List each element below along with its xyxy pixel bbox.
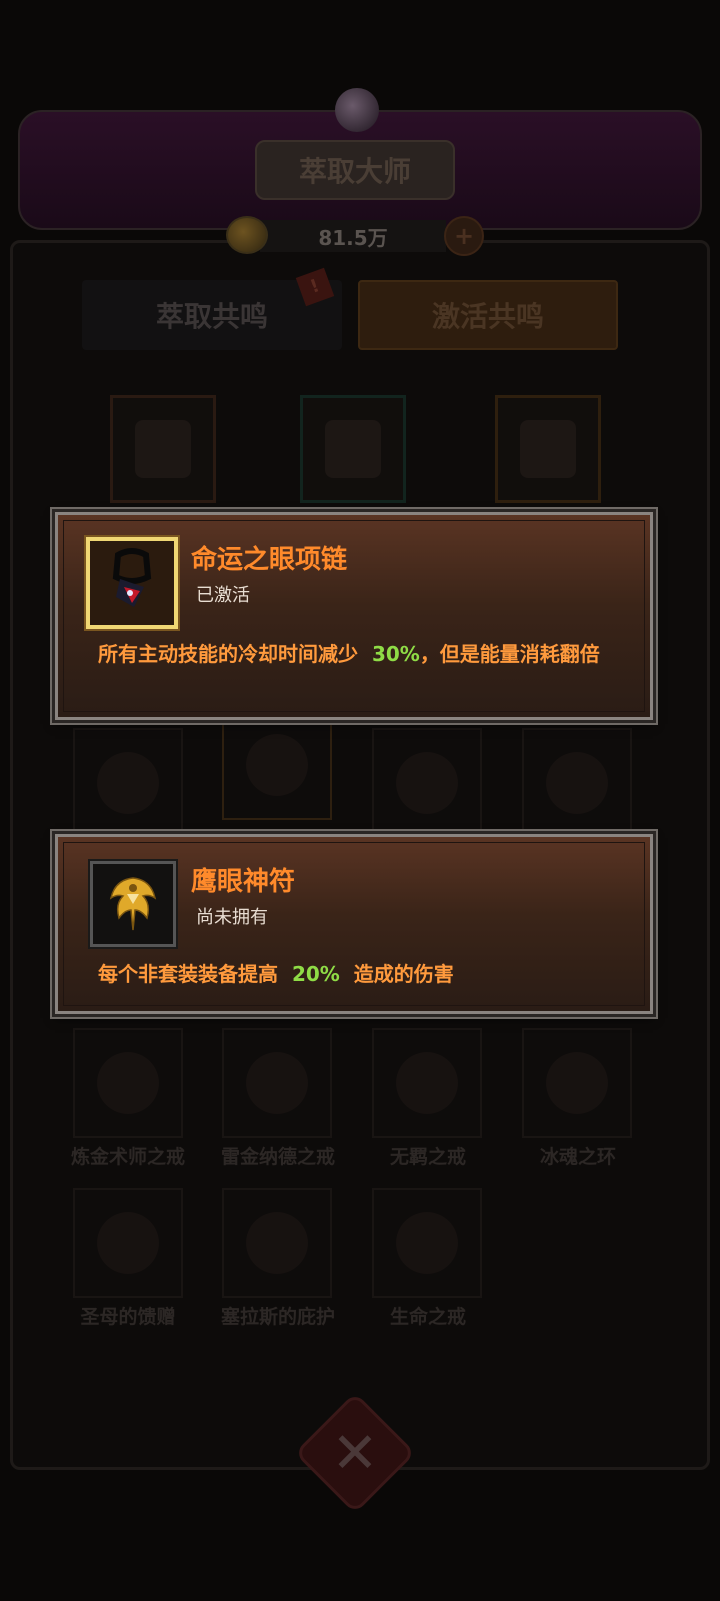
eagle-wing-icon xyxy=(90,861,176,947)
grid-item-label: 生命之戒 xyxy=(389,1306,466,1328)
add-currency-button[interactable]: + xyxy=(444,216,484,256)
grid-item[interactable] xyxy=(372,728,482,838)
ring-icon xyxy=(396,1212,458,1274)
grid-item-label: 雷金纳德之戒 xyxy=(220,1146,335,1168)
necklace-icon xyxy=(520,420,576,478)
equipment-slot-necklace[interactable] xyxy=(495,395,601,503)
tab-activate-resonance[interactable]: 激活共鸣 xyxy=(358,280,618,350)
item-status: 尚未拥有 xyxy=(196,907,268,928)
grid-item-label: 塞拉斯的庇护 xyxy=(220,1306,335,1328)
currency-display: 81.5万 + xyxy=(226,212,488,258)
game-screen: 萃取大师 81.5万 + 萃取共鸣 ! 激活共鸣 炼金术师之戒 雷金纳德之戒 无… xyxy=(0,0,720,1601)
grid-item-ring[interactable] xyxy=(73,1028,183,1138)
grid-item-label: 无羁之戒 xyxy=(389,1146,466,1168)
item-status: 已激活 xyxy=(196,585,250,606)
coin-icon xyxy=(226,216,268,254)
gloves-icon xyxy=(135,420,191,478)
grid-item[interactable] xyxy=(522,728,632,838)
item-description: 所有主动技能的冷却时间减少 30%，但是能量消耗翻倍 xyxy=(98,639,618,669)
boots-icon xyxy=(325,420,381,478)
grid-item-ring[interactable] xyxy=(222,1188,332,1298)
ring-icon xyxy=(97,1212,159,1274)
grid-item-ring[interactable] xyxy=(73,1188,183,1298)
grid-item[interactable] xyxy=(73,728,183,838)
description-value: 20% xyxy=(291,962,340,986)
ring-icon xyxy=(246,1212,308,1274)
item-name: 命运之眼项链 xyxy=(191,545,348,575)
grid-item-label: 炼金术师之戒 xyxy=(70,1146,185,1168)
grid-item-ring[interactable] xyxy=(372,1188,482,1298)
pendant-icon xyxy=(86,537,178,629)
equipment-slot-gloves[interactable] xyxy=(110,395,216,503)
item-description: 每个非套装装备提高 20% 造成的伤害 xyxy=(98,959,618,989)
close-icon: ✕ xyxy=(331,1420,379,1486)
wing-amulet-icon xyxy=(246,734,308,796)
description-text: 造成的伤害 xyxy=(353,962,454,986)
equipment-slot-boots[interactable] xyxy=(300,395,406,503)
currency-amount-bar: 81.5万 xyxy=(260,220,446,252)
description-text: ，但是能量消耗翻倍 xyxy=(419,642,600,666)
grid-item-ring[interactable] xyxy=(372,1028,482,1138)
description-value: 30% xyxy=(371,642,420,666)
grid-item-ring[interactable] xyxy=(522,1028,632,1138)
tab-label: 萃取共鸣 xyxy=(155,300,268,333)
tooltip-card-eagle: 鹰眼神符 尚未拥有 每个非套装装备提高 20% 造成的伤害 xyxy=(55,834,653,1014)
amulet-icon xyxy=(396,752,458,814)
orb-icon xyxy=(335,88,379,132)
grid-item-ring[interactable] xyxy=(222,1028,332,1138)
ring-icon xyxy=(396,1052,458,1114)
description-text: 每个非套装装备提高 xyxy=(98,962,278,986)
page-title: 萃取大师 xyxy=(298,155,411,188)
tab-label: 激活共鸣 xyxy=(431,300,544,333)
grid-item[interactable] xyxy=(222,710,332,820)
page-title-plate: 萃取大师 xyxy=(255,140,455,200)
description-text: 所有主动技能的冷却时间减少 xyxy=(98,642,358,666)
ring-icon xyxy=(246,1052,308,1114)
grid-item-label: 圣母的馈赠 xyxy=(80,1306,176,1328)
ring-icon xyxy=(546,1052,608,1114)
grid-item-label: 冰魂之环 xyxy=(539,1146,616,1168)
ring-icon xyxy=(97,1052,159,1114)
currency-amount: 81.5万 xyxy=(318,225,388,250)
amulet-icon xyxy=(546,752,608,814)
item-name: 鹰眼神符 xyxy=(191,867,296,897)
tooltip-card-necklace: 命运之眼项链 已激活 所有主动技能的冷却时间减少 30%，但是能量消耗翻倍 xyxy=(55,512,653,720)
amulet-icon xyxy=(97,752,159,814)
